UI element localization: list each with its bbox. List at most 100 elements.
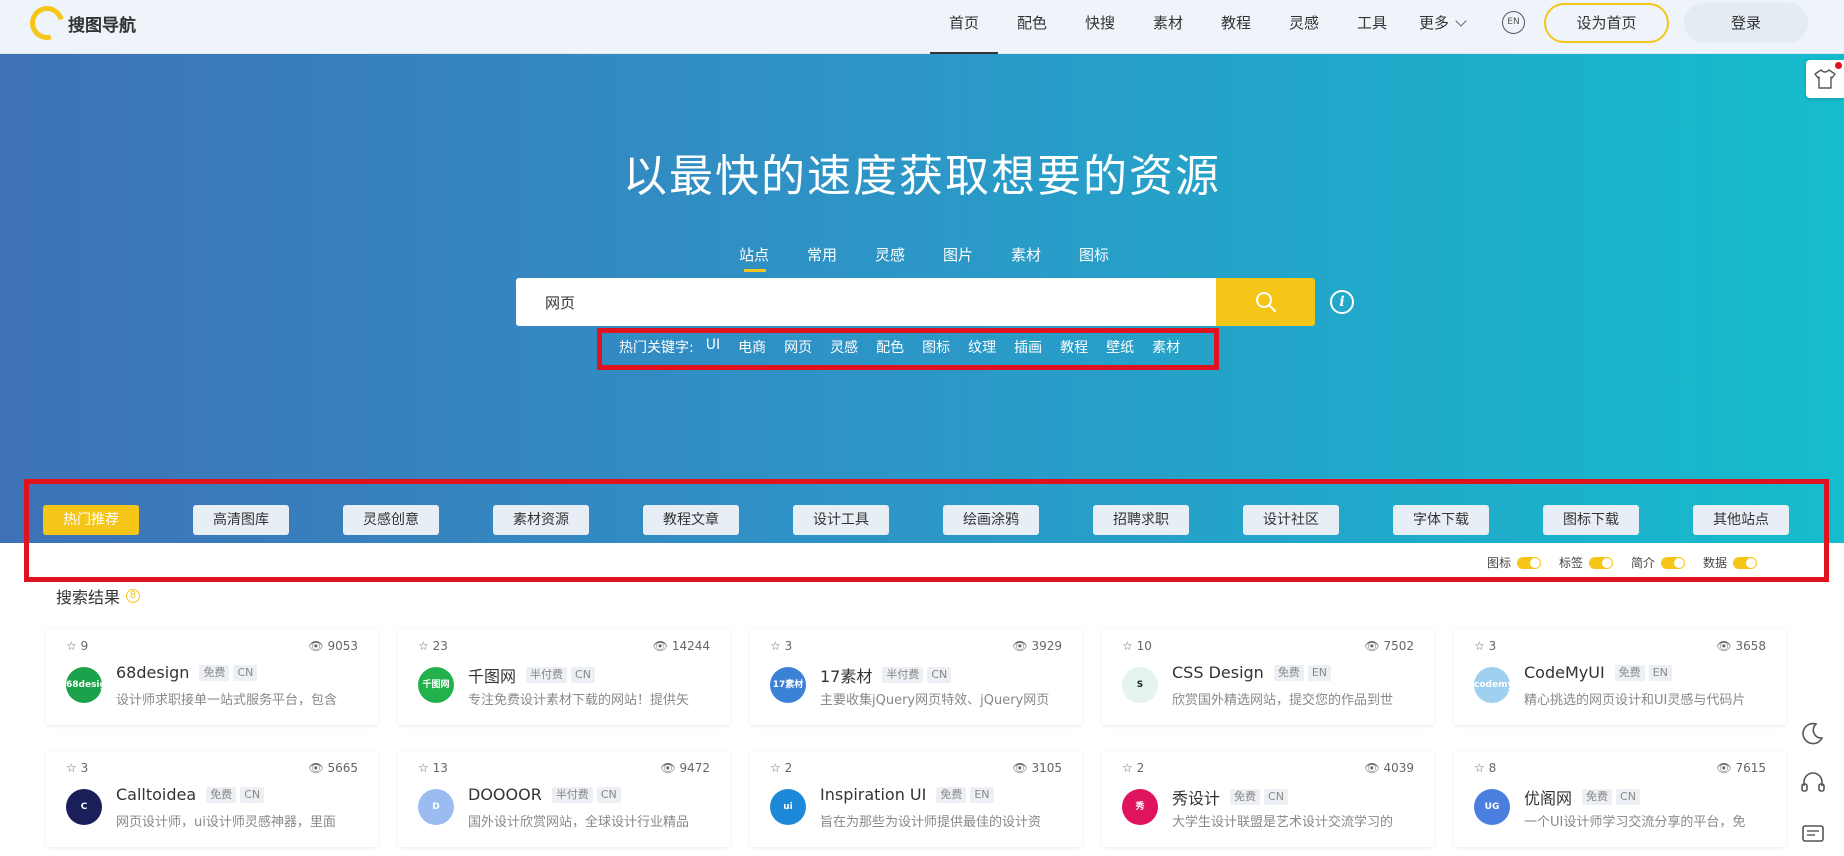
theme-skin-button[interactable]	[1806, 60, 1844, 98]
result-card[interactable]: ☆ 3 👁 3929 17素材 17素材 半付费 CN 主要收集jQuery网页特效、jQu…	[750, 629, 1082, 725]
feedback-button[interactable]	[1796, 818, 1830, 852]
site-avatar[interactable]: D	[418, 789, 454, 825]
result-card[interactable]: ☆ 2 👁 3105 ui Inspiration UI 免费 EN 旨在为那些为设计师提供…	[750, 751, 1082, 847]
search-button[interactable]	[1216, 278, 1315, 326]
result-card[interactable]: ☆ 13 👁 9472 D DOOOOR 半付费 CN 国外设计欣赏网站，全球设计行业精品	[398, 751, 730, 847]
tab-inspiration[interactable]: 灵感	[856, 244, 924, 272]
category-hot[interactable]: 热门推荐	[43, 505, 139, 535]
tab-icons[interactable]: 图标	[1060, 244, 1128, 272]
hot-keyword-wallpaper[interactable]: 壁纸	[1106, 337, 1134, 357]
category-jobs[interactable]: 招聘求职	[1093, 505, 1189, 535]
site-name[interactable]: CSS Design	[1172, 663, 1264, 682]
login-button[interactable]: 登录	[1684, 3, 1808, 43]
site-avatar[interactable]: 17素材	[770, 667, 806, 703]
eye-icon: 👁	[652, 639, 668, 653]
price-tag: 免费	[1614, 664, 1645, 681]
site-avatar[interactable]: 千图网	[418, 667, 454, 703]
result-card[interactable]: ☆ 3 👁 3658 codemyui CodeMyUI 免费EN 精心挑选的网页设计和U…	[1454, 629, 1786, 725]
site-avatar[interactable]: codemyui	[1474, 667, 1510, 703]
toggle-tag-switch[interactable]	[1589, 556, 1614, 569]
hot-keyword-tutorial[interactable]: 教程	[1060, 337, 1088, 357]
eye-icon: 👁	[308, 761, 324, 775]
hot-keyword-web[interactable]: 网页	[784, 337, 812, 357]
site-avatar[interactable]: 秀	[1122, 789, 1158, 825]
site-name[interactable]: 优阁网	[1524, 785, 1572, 809]
view-count: 👁 3105	[1012, 761, 1062, 775]
nav-item-tutorial[interactable]: 教程	[1202, 0, 1270, 54]
category-tutorials[interactable]: 教程文章	[643, 505, 739, 535]
category-resources[interactable]: 素材资源	[493, 505, 589, 535]
site-avatar[interactable]: UG	[1474, 789, 1510, 825]
toggle-icon-label: 图标	[1487, 556, 1512, 570]
star-count[interactable]: ☆ 23	[418, 639, 448, 653]
site-logo[interactable]: 搜图导航	[23, 0, 136, 47]
site-name[interactable]: 17素材	[820, 663, 872, 687]
view-count: 👁 3658	[1716, 639, 1766, 653]
star-count[interactable]: ☆ 10	[1122, 639, 1152, 653]
star-count[interactable]: ☆ 2	[770, 761, 792, 775]
dark-mode-button[interactable]	[1796, 716, 1830, 750]
site-name[interactable]: 千图网	[468, 663, 516, 687]
tab-common[interactable]: 常用	[788, 244, 856, 272]
site-name[interactable]: 68design	[116, 663, 189, 682]
category-creative[interactable]: 灵感创意	[343, 505, 439, 535]
category-other[interactable]: 其他站点	[1693, 505, 1789, 535]
result-card[interactable]: ☆ 2 👁 4039 秀秀设计 免费 CN 大学生设计联盟是艺术设计交流学习的	[1102, 751, 1434, 847]
star-count-value: 23	[432, 639, 448, 653]
hot-keyword-texture[interactable]: 纹理	[968, 337, 996, 357]
hot-keyword-color[interactable]: 配色	[876, 337, 904, 357]
category-painting[interactable]: 绘画涂鸦	[943, 505, 1039, 535]
nav-item-color[interactable]: 配色	[998, 0, 1066, 54]
site-name[interactable]: CodeMyUI	[1524, 663, 1605, 682]
category-fonts[interactable]: 字体下载	[1393, 505, 1489, 535]
category-hd-images[interactable]: 高清图库	[193, 505, 289, 535]
toggle-intro-switch[interactable]	[1661, 556, 1686, 569]
nav-item-inspiration[interactable]: 灵感	[1270, 0, 1338, 54]
site-avatar[interactable]: 68design	[66, 667, 102, 703]
site-name[interactable]: 秀设计	[1172, 785, 1220, 809]
search-input[interactable]	[516, 278, 1216, 326]
hot-keyword-illustration[interactable]: 插画	[1014, 337, 1042, 357]
result-card[interactable]: ☆ 23 👁 14244 千图网 千图网 半付费 CN 专注免费设计素材下载的网站！提供矢	[398, 629, 730, 725]
info-icon[interactable]: i	[1330, 290, 1354, 314]
toggle-data-switch[interactable]	[1733, 556, 1758, 569]
site-name[interactable]: Inspiration UI	[820, 785, 926, 804]
star-count[interactable]: ☆ 8	[1474, 761, 1496, 775]
hot-keyword-material[interactable]: 素材	[1152, 337, 1180, 357]
site-name[interactable]: DOOOOR	[468, 785, 542, 804]
site-avatar[interactable]: C	[66, 789, 102, 825]
star-count[interactable]: ☆ 3	[66, 761, 88, 775]
nav-item-quick-search[interactable]: 快搜	[1066, 0, 1134, 54]
nav-item-tools[interactable]: 工具	[1338, 0, 1406, 54]
toggle-icon-switch[interactable]	[1517, 556, 1542, 569]
nav-more-menu[interactable]: 更多	[1406, 0, 1478, 54]
site-avatar[interactable]: S	[1122, 667, 1158, 703]
hot-keyword-inspiration[interactable]: 灵感	[830, 337, 858, 357]
star-count[interactable]: ☆ 3	[770, 639, 792, 653]
result-card[interactable]: ☆ 9 👁 9053 68design 68design 免费CN 设计师求职接单一站式服…	[46, 629, 378, 725]
view-count: 👁 9472	[660, 761, 710, 775]
result-card[interactable]: ☆ 10 👁 7502 S CSS Design 免费 EN 欣赏国外精选网站，提交您的作品…	[1102, 629, 1434, 725]
hot-keyword-ui[interactable]: UI	[706, 337, 720, 357]
tab-images[interactable]: 图片	[924, 244, 992, 272]
site-avatar[interactable]: ui	[770, 789, 806, 825]
result-card[interactable]: ☆ 3 👁 5665 C Calltoidea 免费 CN 网页设计师，ui设计师灵感神器，…	[46, 751, 378, 847]
set-homepage-button[interactable]: 设为首页	[1544, 3, 1669, 43]
hot-keyword-ecommerce[interactable]: 电商	[738, 337, 766, 357]
tab-sites[interactable]: 站点	[720, 244, 788, 272]
category-community[interactable]: 设计社区	[1243, 505, 1339, 535]
category-icons[interactable]: 图标下载	[1543, 505, 1639, 535]
site-name[interactable]: Calltoidea	[116, 785, 196, 804]
star-count[interactable]: ☆ 2	[1122, 761, 1144, 775]
support-button[interactable]	[1796, 766, 1830, 800]
star-count[interactable]: ☆ 13	[418, 761, 448, 775]
nav-item-material[interactable]: 素材	[1134, 0, 1202, 54]
language-switch[interactable]: EN	[1502, 11, 1525, 34]
result-card[interactable]: ☆ 8 👁 7615 UG 优阁网 免费 CN 一个UI设计师学习交流分享的平台，免	[1454, 751, 1786, 847]
star-count[interactable]: ☆ 3	[1474, 639, 1496, 653]
nav-item-home[interactable]: 首页	[930, 0, 998, 54]
category-design-tools[interactable]: 设计工具	[793, 505, 889, 535]
tab-materials[interactable]: 素材	[992, 244, 1060, 272]
hot-keyword-icon[interactable]: 图标	[922, 337, 950, 357]
star-count[interactable]: ☆ 9	[66, 639, 88, 653]
